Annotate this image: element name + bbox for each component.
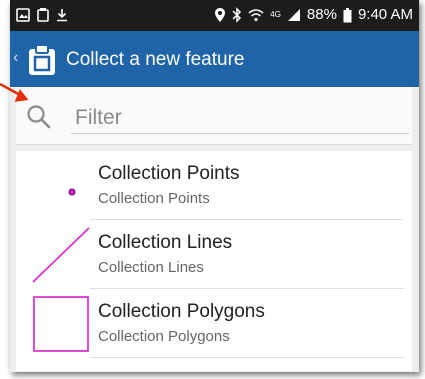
gallery-icon bbox=[16, 7, 30, 22]
filter-bar bbox=[16, 87, 412, 145]
network-type-label: 4G bbox=[270, 10, 281, 19]
feature-type-list: Collection Points Collection Points Coll… bbox=[16, 151, 412, 371]
wifi-icon bbox=[248, 9, 264, 22]
system-icons: 4G 88% 9:40 AM bbox=[214, 6, 413, 24]
battery-icon bbox=[343, 7, 352, 22]
collector-app-icon[interactable] bbox=[26, 44, 58, 76]
feature-type-subtitle: Collection Points bbox=[98, 190, 210, 207]
clock: 9:40 AM bbox=[357, 6, 413, 23]
phone-screen: 4G 88% 9:40 AM ‹ Collect a new feature F… bbox=[10, 0, 419, 372]
feature-type-title: Collection Points bbox=[98, 163, 240, 184]
list-item-collection-lines[interactable]: Collection Lines Collection Lines bbox=[16, 220, 412, 289]
battery-percent: 88% bbox=[306, 6, 337, 23]
signal-icon bbox=[287, 9, 300, 21]
bluetooth-icon bbox=[232, 7, 242, 23]
feature-type-subtitle: Collection Lines bbox=[98, 259, 204, 276]
list-item-collection-polygons[interactable]: Collection Polygons Collection Polygons bbox=[16, 289, 412, 358]
point-icon bbox=[68, 188, 76, 196]
divider bbox=[90, 357, 404, 358]
status-bar: 4G 88% 9:40 AM bbox=[10, 0, 419, 31]
notification-icons bbox=[16, 7, 68, 22]
download-icon bbox=[57, 8, 67, 21]
clipboard-icon bbox=[37, 8, 49, 22]
feature-type-title: Collection Lines bbox=[98, 232, 233, 253]
filter-input[interactable] bbox=[71, 103, 409, 134]
annotation-arrow-icon bbox=[0, 82, 29, 102]
location-icon bbox=[215, 8, 226, 22]
polygon-icon bbox=[33, 296, 89, 352]
app-bar: ‹ Collect a new feature bbox=[10, 31, 419, 87]
feature-type-subtitle: Collection Polygons bbox=[98, 328, 230, 345]
feature-type-title: Collection Polygons bbox=[98, 301, 265, 322]
line-icon bbox=[32, 227, 90, 283]
list-item-collection-points[interactable]: Collection Points Collection Points bbox=[16, 151, 412, 220]
page-title: Collect a new feature bbox=[66, 49, 245, 70]
back-chevron-icon[interactable]: ‹ bbox=[13, 49, 18, 67]
